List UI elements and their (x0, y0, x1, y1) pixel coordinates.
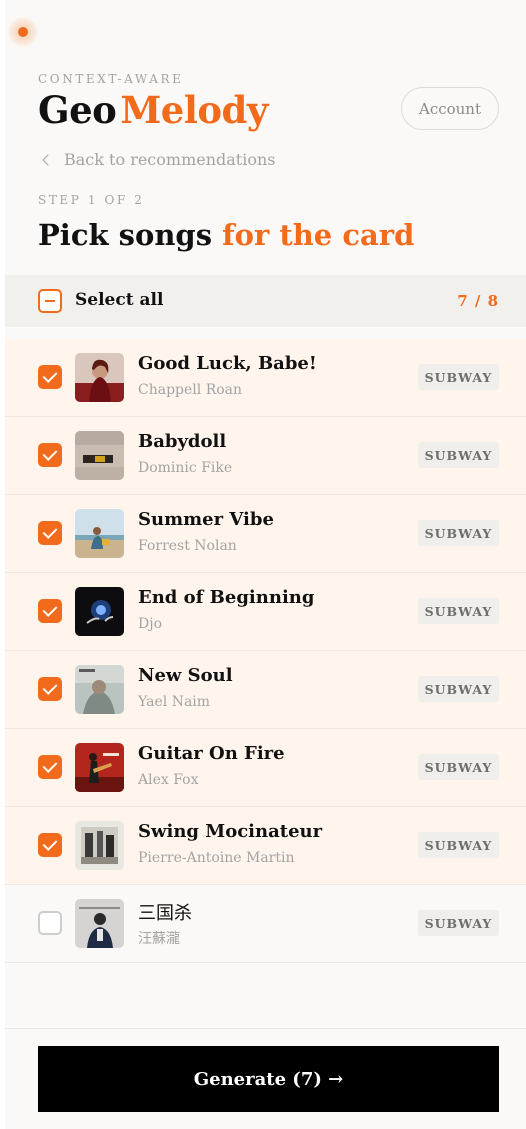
album-cover-icon (75, 743, 124, 792)
back-link-label: Back to recommendations (64, 150, 276, 169)
song-row[interactable]: New Soul Yael Naim SUBWAY (5, 651, 526, 729)
page-title-part2: for the card (222, 218, 415, 252)
page-title: Pick songs for the card (38, 215, 414, 255)
album-cover-icon (75, 431, 124, 480)
song-row[interactable]: Guitar On Fire Alex Fox SUBWAY (5, 729, 526, 807)
song-row[interactable]: 三国杀 汪蘇瀧 SUBWAY (5, 885, 526, 963)
song-row[interactable]: End of Beginning Djo SUBWAY (5, 573, 526, 651)
album-cover-icon (75, 665, 124, 714)
album-cover-icon (75, 509, 124, 558)
context-tag: SUBWAY (418, 910, 499, 936)
context-tag: SUBWAY (418, 364, 499, 390)
album-cover-icon (75, 899, 124, 948)
select-all-checkbox[interactable] (38, 289, 62, 313)
song-checkbox[interactable] (38, 911, 62, 935)
context-tag: SUBWAY (418, 754, 499, 780)
song-list: Good Luck, Babe! Chappell Roan SUBWAY Ba… (5, 339, 526, 963)
song-checkbox[interactable] (38, 365, 62, 389)
status-dot-icon (18, 27, 28, 37)
context-tag: SUBWAY (418, 676, 499, 702)
song-checkbox[interactable] (38, 833, 62, 857)
context-tag: SUBWAY (418, 598, 499, 624)
account-button[interactable]: Account (401, 87, 499, 130)
song-artist: Pierre-Antoine Martin (138, 850, 295, 866)
song-title: Summer Vibe (138, 509, 274, 530)
song-artist: Forrest Nolan (138, 538, 237, 554)
album-cover-icon (75, 821, 124, 870)
song-artist: Dominic Fike (138, 460, 233, 476)
song-title: Good Luck, Babe! (138, 353, 317, 374)
app-logo: Geo Melody (38, 88, 268, 132)
song-checkbox[interactable] (38, 443, 62, 467)
song-artist: 汪蘇瀧 (138, 931, 180, 947)
song-title: Babydoll (138, 431, 227, 452)
song-title: 三国杀 (138, 903, 192, 924)
song-title: New Soul (138, 665, 233, 686)
album-cover-icon (75, 587, 124, 636)
song-artist: Alex Fox (138, 772, 199, 788)
app-kicker: CONTEXT-AWARE (38, 72, 184, 86)
logo-part-geo: Geo (38, 88, 117, 132)
song-artist: Chappell Roan (138, 382, 243, 398)
select-all-label[interactable]: Select all (75, 290, 163, 310)
select-all-bar: Select all 7 / 8 (5, 275, 526, 327)
song-checkbox[interactable] (38, 599, 62, 623)
song-checkbox[interactable] (38, 755, 62, 779)
page-title-part1: Pick songs (38, 218, 223, 252)
context-tag: SUBWAY (418, 832, 499, 858)
context-tag: SUBWAY (418, 442, 499, 468)
song-checkbox[interactable] (38, 521, 62, 545)
song-title: End of Beginning (138, 587, 315, 608)
chevron-left-icon (42, 153, 54, 166)
selection-count: 7 / 8 (457, 292, 499, 310)
generate-button[interactable]: Generate (7) → (38, 1046, 499, 1112)
album-cover-icon (75, 353, 124, 402)
back-link[interactable]: Back to recommendations (40, 150, 276, 169)
song-artist: Djo (138, 616, 162, 632)
song-checkbox[interactable] (38, 677, 62, 701)
song-row[interactable]: Babydoll Dominic Fike SUBWAY (5, 417, 526, 495)
song-row[interactable]: Swing Mocinateur Pierre-Antoine Martin S… (5, 807, 526, 885)
logo-part-melody: Melody (120, 88, 268, 132)
song-artist: Yael Naim (138, 694, 211, 710)
step-indicator: STEP 1 OF 2 (38, 193, 145, 207)
song-row[interactable]: Summer Vibe Forrest Nolan SUBWAY (5, 495, 526, 573)
song-title: Swing Mocinateur (138, 821, 323, 842)
song-row[interactable]: Good Luck, Babe! Chappell Roan SUBWAY (5, 339, 526, 417)
footer-divider (5, 1028, 526, 1029)
context-tag: SUBWAY (418, 520, 499, 546)
song-title: Guitar On Fire (138, 743, 285, 764)
